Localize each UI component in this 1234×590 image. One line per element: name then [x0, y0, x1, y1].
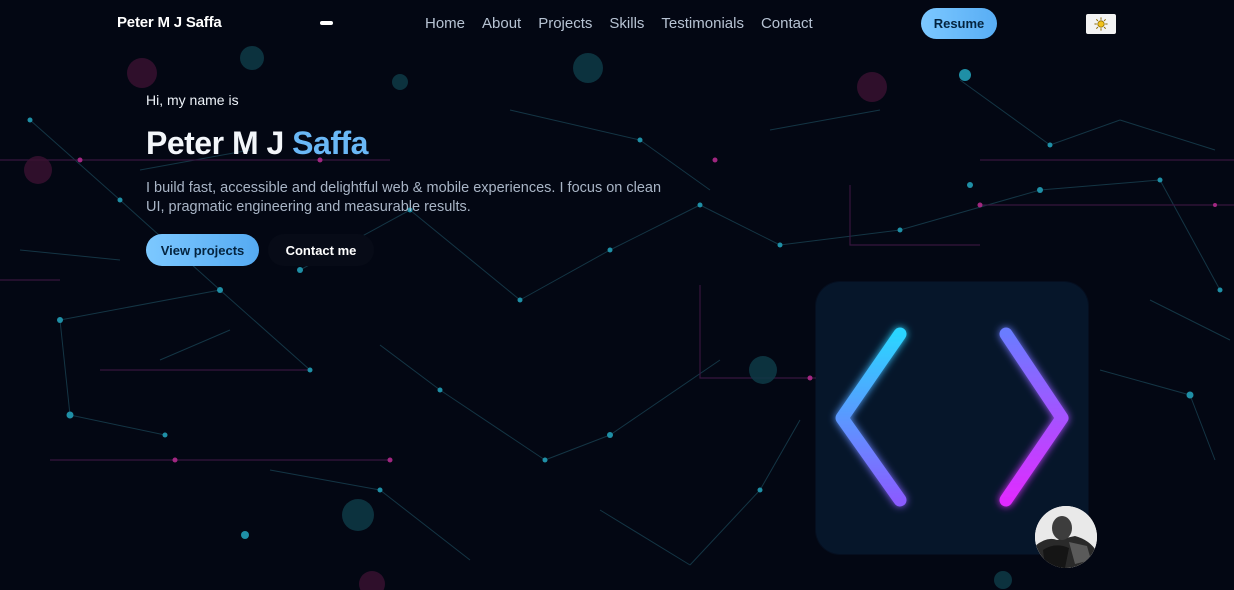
resume-button[interactable]: Resume — [921, 8, 997, 39]
hero-greeting: Hi, my name is — [146, 92, 239, 108]
nav-links: Home About Projects Skills Testimonials … — [425, 15, 813, 32]
brand-logo[interactable]: Peter M J Saffa — [117, 14, 222, 31]
nav-link-skills[interactable]: Skills — [609, 15, 644, 32]
nav-link-contact[interactable]: Contact — [761, 15, 813, 32]
nav-link-projects[interactable]: Projects — [538, 15, 592, 32]
nav-link-home[interactable]: Home — [425, 15, 465, 32]
contact-me-button[interactable]: Contact me — [268, 234, 374, 266]
theme-toggle-button[interactable] — [1086, 14, 1116, 34]
nav-link-about[interactable]: About — [482, 15, 521, 32]
hero-name: Peter M J Saffa — [146, 125, 368, 162]
profile-avatar[interactable] — [1035, 506, 1097, 568]
view-projects-button[interactable]: View projects — [146, 234, 259, 266]
nav-link-testimonials[interactable]: Testimonials — [661, 15, 744, 32]
hero-name-last: Saffa — [292, 125, 368, 161]
hero-description: I build fast, accessible and delightful … — [146, 180, 662, 215]
top-navigation: Peter M J Saffa Home About Projects Skil… — [0, 0, 1234, 48]
hero-name-first: Peter M J — [146, 125, 284, 161]
sun-icon — [1094, 17, 1108, 31]
menu-toggle-icon[interactable] — [320, 21, 333, 25]
avatar-photo — [1035, 506, 1097, 568]
